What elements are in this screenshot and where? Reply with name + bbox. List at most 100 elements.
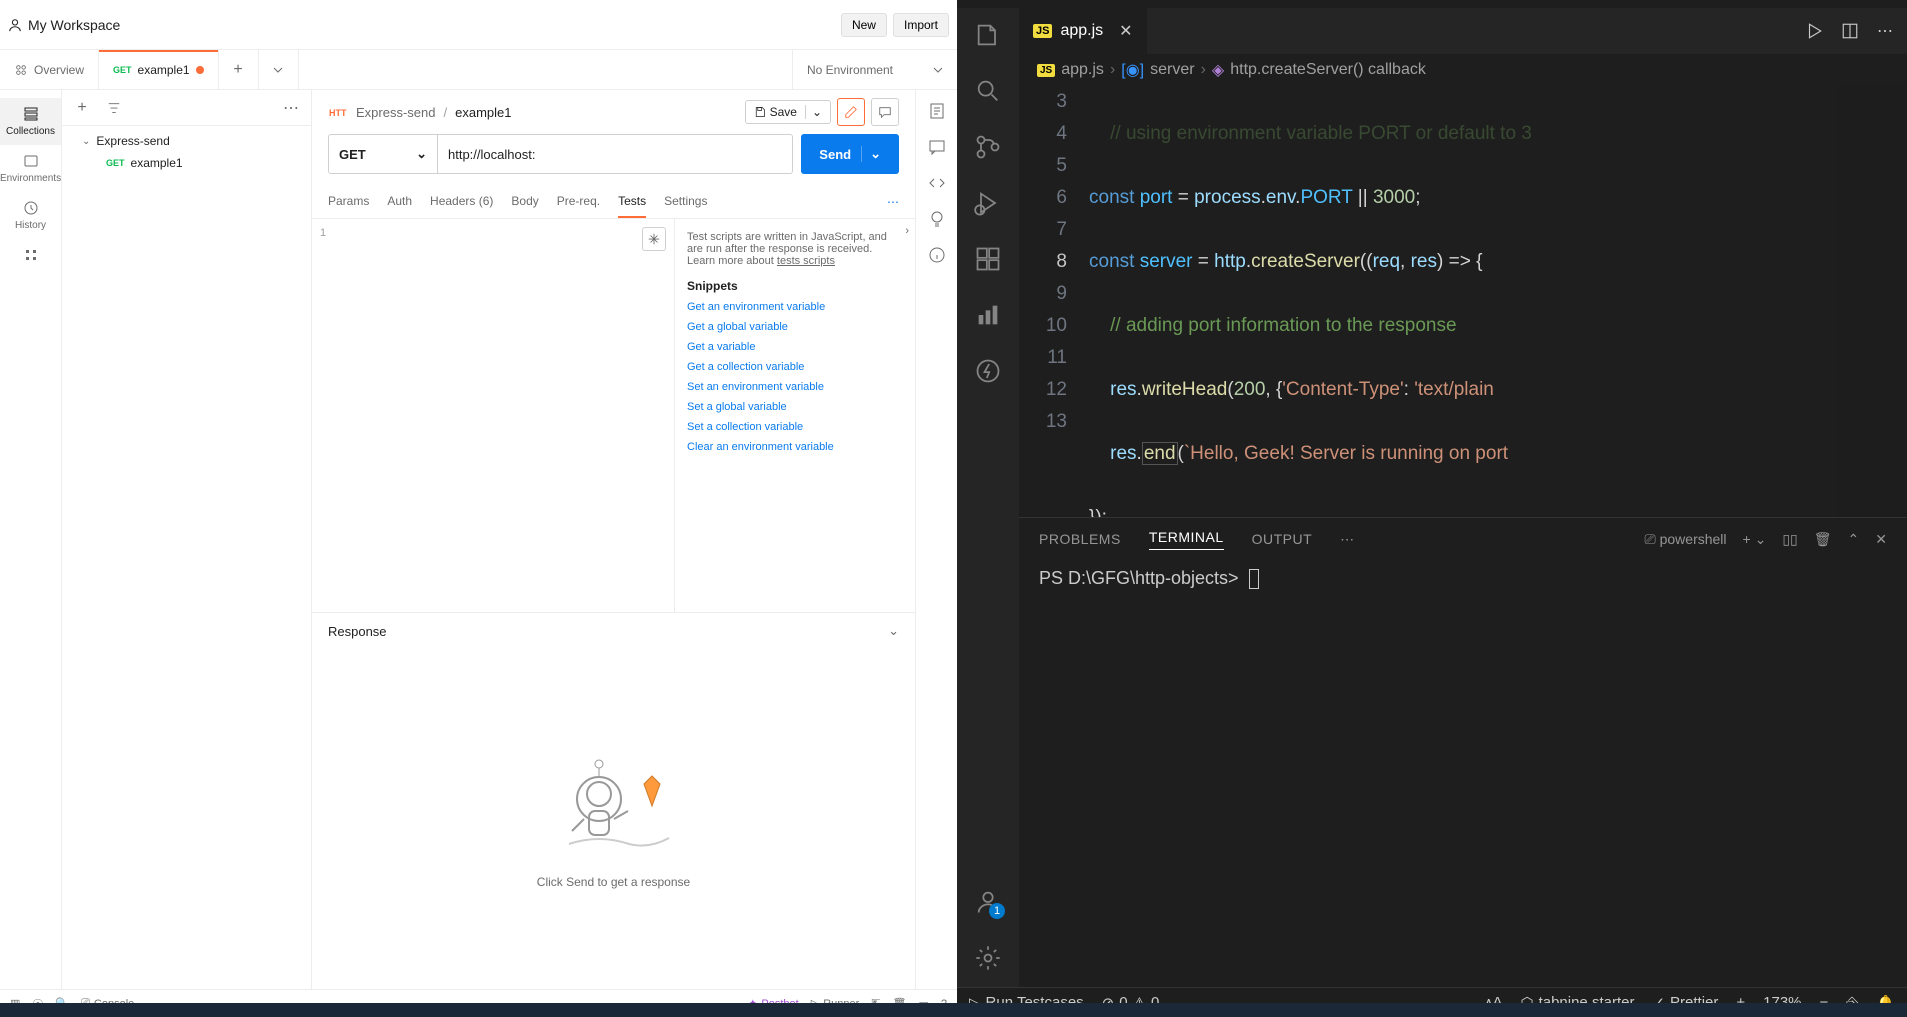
chevron-down-icon xyxy=(933,65,943,75)
nav-environments[interactable]: Environments xyxy=(0,145,61,192)
chevron-down-icon: ⌄ xyxy=(888,623,899,639)
panel-tab-problems[interactable]: PROBLEMS xyxy=(1039,531,1121,547)
nav-more[interactable] xyxy=(0,239,61,271)
docs-icon[interactable] xyxy=(928,102,946,120)
subtab-prereq[interactable]: Pre-req. xyxy=(557,186,600,218)
vscode-app: JS app.js ✕ ⋯ JS app.js › [◉] server › ◈… xyxy=(957,0,1907,1017)
debug-icon[interactable] xyxy=(973,188,1003,218)
code-icon[interactable] xyxy=(928,174,946,192)
ai-helper-button[interactable] xyxy=(642,227,666,251)
snippet-link[interactable]: Get a collection variable xyxy=(687,361,903,373)
split-icon[interactable] xyxy=(1841,22,1859,40)
new-button[interactable]: New xyxy=(841,13,887,37)
snippet-link[interactable]: Clear an environment variable xyxy=(687,441,903,453)
tab-add[interactable]: + xyxy=(219,50,259,89)
tab-overview[interactable]: Overview xyxy=(0,50,99,89)
tab-appjs[interactable]: JS app.js ✕ xyxy=(1019,8,1148,54)
subtab-headers[interactable]: Headers (6) xyxy=(430,186,493,218)
line-number: 1 xyxy=(320,227,326,239)
tab-options[interactable] xyxy=(259,50,299,89)
shell-selector[interactable]: ⎚ powershell xyxy=(1645,531,1727,548)
script-editor[interactable]: 1 xyxy=(312,219,675,612)
snippet-link[interactable]: Get a global variable xyxy=(687,321,903,333)
collapse-arrow-icon[interactable]: › xyxy=(905,225,909,237)
environments-icon xyxy=(23,153,39,169)
snippet-link[interactable]: Get an environment variable xyxy=(687,301,903,313)
svg-text:HTTP: HTTP xyxy=(329,108,347,118)
graph-icon[interactable] xyxy=(973,300,1003,330)
run-icon[interactable] xyxy=(1805,22,1823,40)
maximize-panel-icon[interactable]: ⌃ xyxy=(1848,531,1860,548)
editor-breadcrumb[interactable]: JS app.js › [◉] server › ◈ http.createSe… xyxy=(1019,54,1907,86)
account-icon[interactable] xyxy=(973,887,1003,917)
filter-button[interactable] xyxy=(102,96,126,120)
collection-tree: ⌄ Express-send GET example1 xyxy=(62,126,311,989)
minimap[interactable] xyxy=(1837,86,1907,517)
comment-icon[interactable] xyxy=(928,138,946,156)
overview-icon xyxy=(14,63,28,77)
source-control-icon[interactable] xyxy=(973,132,1003,162)
save-button[interactable]: Save ⌄ xyxy=(745,100,831,124)
close-icon[interactable]: ✕ xyxy=(1119,21,1132,41)
snippet-link[interactable]: Get a variable xyxy=(687,341,903,353)
collection-item[interactable]: ⌄ Express-send xyxy=(62,130,311,152)
astronaut-icon xyxy=(549,749,679,859)
explorer-icon[interactable] xyxy=(973,20,1003,50)
request-item[interactable]: GET example1 xyxy=(62,152,311,174)
subtab-settings[interactable]: Settings xyxy=(664,186,707,218)
terminal[interactable]: PS D:\GFG\http-objects> xyxy=(1019,560,1907,987)
main-panel: HTTP Express-send / example1 Save ⌄ GET xyxy=(312,90,915,989)
panel-tab-terminal[interactable]: TERMINAL xyxy=(1149,529,1224,550)
windows-taskbar[interactable] xyxy=(0,1003,1907,1017)
breadcrumb-collection[interactable]: Express-send xyxy=(356,105,435,120)
code-editor[interactable]: 345678910111213 // using environment var… xyxy=(1019,86,1907,517)
nav-collections[interactable]: Collections xyxy=(0,98,61,145)
workspace-selector[interactable]: My Workspace xyxy=(8,17,120,33)
split-terminal-icon[interactable]: ▯▯ xyxy=(1782,531,1797,548)
more-icon[interactable]: ⋯ xyxy=(1877,21,1893,41)
panel-tab-output[interactable]: OUTPUT xyxy=(1252,531,1313,547)
snippet-link[interactable]: Set a collection variable xyxy=(687,421,903,433)
settings-icon[interactable] xyxy=(973,943,1003,973)
search-icon[interactable] xyxy=(973,76,1003,106)
method-select[interactable]: GET ⌄ xyxy=(328,134,438,174)
postman-body: Collections Environments History + ⋯ xyxy=(0,90,957,989)
kill-terminal-icon[interactable]: 🗑 xyxy=(1814,531,1832,548)
subtab-body[interactable]: Body xyxy=(511,186,538,218)
import-button[interactable]: Import xyxy=(893,13,949,37)
bulb-icon[interactable] xyxy=(928,210,946,228)
bottom-panel: PROBLEMS TERMINAL OUTPUT ⋯ ⎚ powershell … xyxy=(1019,517,1907,987)
unsaved-indicator-icon xyxy=(196,66,204,74)
terminal-prompt: PS D:\GFG\http-objects> xyxy=(1039,568,1239,588)
subtab-tests[interactable]: Tests xyxy=(618,186,646,218)
vscode-titlebar xyxy=(957,0,1907,8)
subtab-params[interactable]: Params xyxy=(328,186,369,218)
more-button[interactable]: ⋯ xyxy=(279,96,303,120)
info-icon[interactable] xyxy=(928,246,946,264)
tab-request-example1[interactable]: GET example1 xyxy=(99,50,219,89)
nav-history[interactable]: History xyxy=(0,192,61,239)
add-button[interactable]: + xyxy=(70,96,94,120)
subtab-auth[interactable]: Auth xyxy=(387,186,412,218)
cookies-button[interactable]: ⋯ xyxy=(887,195,899,209)
url-bar: GET ⌄ http://localhost: Send ⌄ xyxy=(312,134,915,186)
chevron-down-icon: ⌄ xyxy=(82,136,90,147)
tab-actions: ⋯ xyxy=(1791,8,1907,54)
edit-button[interactable] xyxy=(837,98,865,126)
extensions-icon[interactable] xyxy=(973,244,1003,274)
environment-selector[interactable]: No Environment xyxy=(792,50,957,89)
response-panel: Response ⌄ Click Send to get a respo xyxy=(312,612,915,989)
response-header[interactable]: Response ⌄ xyxy=(312,613,915,649)
breadcrumb-request[interactable]: example1 xyxy=(455,105,511,120)
save-icon xyxy=(754,106,766,118)
url-input[interactable]: http://localhost: xyxy=(438,134,793,174)
thunder-icon[interactable] xyxy=(973,356,1003,386)
close-panel-icon[interactable]: ✕ xyxy=(1875,531,1887,548)
send-button[interactable]: Send ⌄ xyxy=(801,134,899,174)
panel-more-icon[interactable]: ⋯ xyxy=(1340,531,1354,548)
new-terminal-icon[interactable]: + ⌄ xyxy=(1743,531,1767,548)
snippet-link[interactable]: Set a global variable xyxy=(687,401,903,413)
comment-button[interactable] xyxy=(871,98,899,126)
help-link[interactable]: tests scripts xyxy=(777,255,835,267)
snippet-link[interactable]: Set an environment variable xyxy=(687,381,903,393)
